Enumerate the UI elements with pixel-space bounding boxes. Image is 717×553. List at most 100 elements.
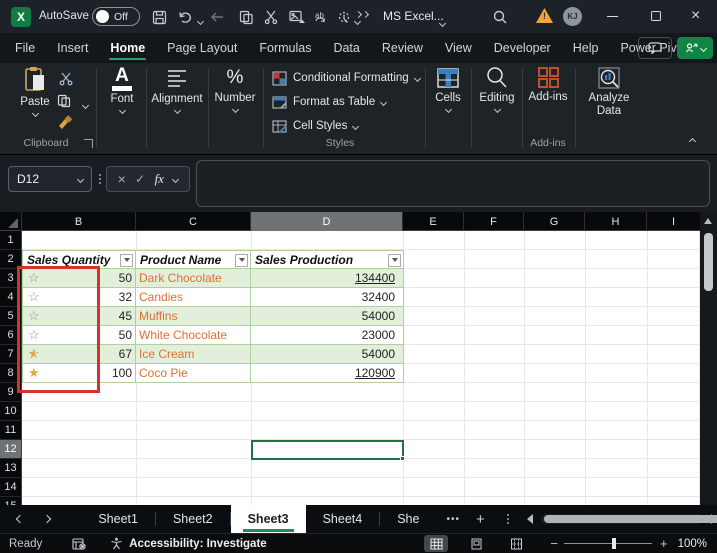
zoom-out-button[interactable]: −: [550, 536, 558, 551]
row-header-11[interactable]: 11: [0, 421, 22, 440]
more-sheets-icon[interactable]: •••: [446, 514, 460, 525]
add-ins-button[interactable]: Add-ins: [524, 66, 572, 104]
format-as-table-chevron[interactable]: [380, 98, 387, 105]
conditional-formatting-chevron[interactable]: [414, 74, 421, 81]
zoom-level[interactable]: 100%: [678, 538, 707, 550]
cell-production[interactable]: 54000: [251, 345, 404, 364]
zoom-in-button[interactable]: +: [660, 536, 668, 551]
tab-page-layout[interactable]: Page Layout: [156, 33, 248, 63]
clipboard-dialog-launcher[interactable]: [84, 139, 93, 148]
tab-file[interactable]: File: [4, 33, 46, 63]
zoom-slider[interactable]: [564, 543, 652, 545]
normal-view-button[interactable]: [424, 535, 448, 552]
new-sheet-button[interactable]: +: [476, 511, 485, 528]
cancel-icon[interactable]: ×: [118, 171, 126, 187]
row-header-10[interactable]: 10: [0, 402, 22, 421]
save-icon[interactable]: [150, 8, 168, 26]
row-header-13[interactable]: 13: [0, 459, 22, 478]
cell-production[interactable]: 120900: [251, 364, 404, 383]
page-layout-view-button[interactable]: [464, 535, 488, 552]
sheet-tab-sheet4[interactable]: Sheet4: [306, 505, 380, 533]
filter-button[interactable]: [120, 254, 133, 267]
zoom-slider-thumb[interactable]: [612, 538, 616, 549]
back-arrow-icon[interactable]: [208, 8, 226, 26]
sheet-tab-sheet3[interactable]: Sheet3: [231, 505, 306, 533]
tab-home[interactable]: Home: [99, 33, 156, 63]
column-header-i[interactable]: I: [647, 212, 700, 231]
column-header-b[interactable]: B: [22, 212, 136, 231]
row-header-14[interactable]: 14: [0, 478, 22, 497]
horizontal-scroll-thumb[interactable]: [544, 515, 717, 523]
fill-handle[interactable]: [400, 456, 405, 461]
cell-styles-button[interactable]: Cell Styles: [272, 115, 358, 137]
fx-chevron[interactable]: [172, 175, 179, 182]
paste-menu-chevron[interactable]: [31, 110, 38, 117]
replace-icon[interactable]: ab: [312, 8, 330, 26]
share-button[interactable]: [677, 37, 713, 59]
font-group-button[interactable]: A Font: [100, 66, 144, 113]
select-all-corner[interactable]: [0, 212, 22, 231]
tab-help[interactable]: Help: [562, 33, 610, 63]
header-cell-sales-production[interactable]: Sales Production: [251, 250, 404, 269]
editing-group-button[interactable]: Editing: [473, 66, 521, 112]
comments-button[interactable]: [638, 37, 672, 59]
insert-function-icon[interactable]: fx: [155, 171, 164, 187]
sheet-tab-sheet2[interactable]: Sheet2: [156, 505, 230, 533]
avatar[interactable]: KJ: [563, 7, 582, 26]
tab-data[interactable]: Data: [322, 33, 370, 63]
hscroll-left-arrow-icon[interactable]: [527, 514, 533, 524]
page-break-view-button[interactable]: [504, 535, 528, 552]
cell-product[interactable]: Muffins: [136, 307, 251, 326]
cell-production[interactable]: 54000: [251, 307, 404, 326]
cell-production[interactable]: 23000: [251, 326, 404, 345]
column-header-f[interactable]: F: [464, 212, 524, 231]
row-header-15[interactable]: 15: [0, 497, 22, 505]
column-header-e[interactable]: E: [403, 212, 464, 231]
cell-product[interactable]: Candies: [136, 288, 251, 307]
tab-developer[interactable]: Developer: [483, 33, 562, 63]
autosave-toggle[interactable]: Off: [92, 7, 140, 26]
copy-icon[interactable]: [237, 8, 255, 26]
cut-icon[interactable]: [262, 8, 280, 26]
title-chevron-icon[interactable]: [440, 13, 445, 31]
cell-product[interactable]: Dark Chocolate: [136, 269, 251, 288]
filter-button[interactable]: [388, 254, 401, 267]
maximize-button[interactable]: [651, 11, 661, 21]
vertical-scroll-thumb[interactable]: [704, 233, 713, 291]
tab-review[interactable]: Review: [371, 33, 434, 63]
alignment-menu-chevron[interactable]: [173, 107, 180, 114]
sheet-tab-sheet1[interactable]: Sheet1: [81, 505, 155, 533]
undo-menu-chevron[interactable]: [191, 12, 209, 30]
excel-logo-icon[interactable]: X: [11, 7, 31, 27]
number-group-button[interactable]: % Number: [210, 66, 260, 112]
name-box-chevron[interactable]: [77, 175, 84, 182]
row-header-1[interactable]: 1: [0, 231, 22, 250]
column-header-d[interactable]: D: [251, 212, 403, 231]
cell-styles-chevron[interactable]: [352, 122, 359, 129]
accessibility-status[interactable]: Accessibility: Investigate: [129, 538, 266, 550]
tab-formulas[interactable]: Formulas: [248, 33, 322, 63]
column-header-c[interactable]: C: [136, 212, 251, 231]
editing-menu-chevron[interactable]: [493, 106, 500, 113]
format-painter-button[interactable]: [56, 113, 74, 131]
vertical-scrollbar[interactable]: [700, 212, 717, 505]
sheet-nav-right-icon[interactable]: [41, 516, 54, 522]
conditional-formatting-button[interactable]: Conditional Formatting: [272, 67, 420, 89]
enter-icon[interactable]: ✓: [135, 172, 145, 186]
scroll-up-arrow-icon[interactable]: [704, 218, 712, 224]
tab-insert[interactable]: Insert: [46, 33, 99, 63]
cells-menu-chevron[interactable]: [444, 106, 451, 113]
analyze-data-button[interactable]: Analyze Data: [578, 66, 640, 118]
quick-access-overflow-icon[interactable]: [356, 12, 368, 17]
header-cell-product-name[interactable]: Product Name: [136, 250, 251, 269]
number-menu-chevron[interactable]: [231, 106, 238, 113]
row-header-12[interactable]: 12: [0, 440, 22, 459]
collapse-ribbon-chevron[interactable]: [689, 138, 696, 145]
cell-production[interactable]: 32400: [251, 288, 404, 307]
picture-mail-icon[interactable]: [288, 8, 306, 26]
sheet-nav-left-icon[interactable]: [14, 516, 27, 522]
column-header-h[interactable]: H: [585, 212, 647, 231]
search-icon[interactable]: [491, 8, 509, 26]
horizontal-scrollbar[interactable]: [541, 514, 703, 524]
filter-button[interactable]: [235, 254, 248, 267]
